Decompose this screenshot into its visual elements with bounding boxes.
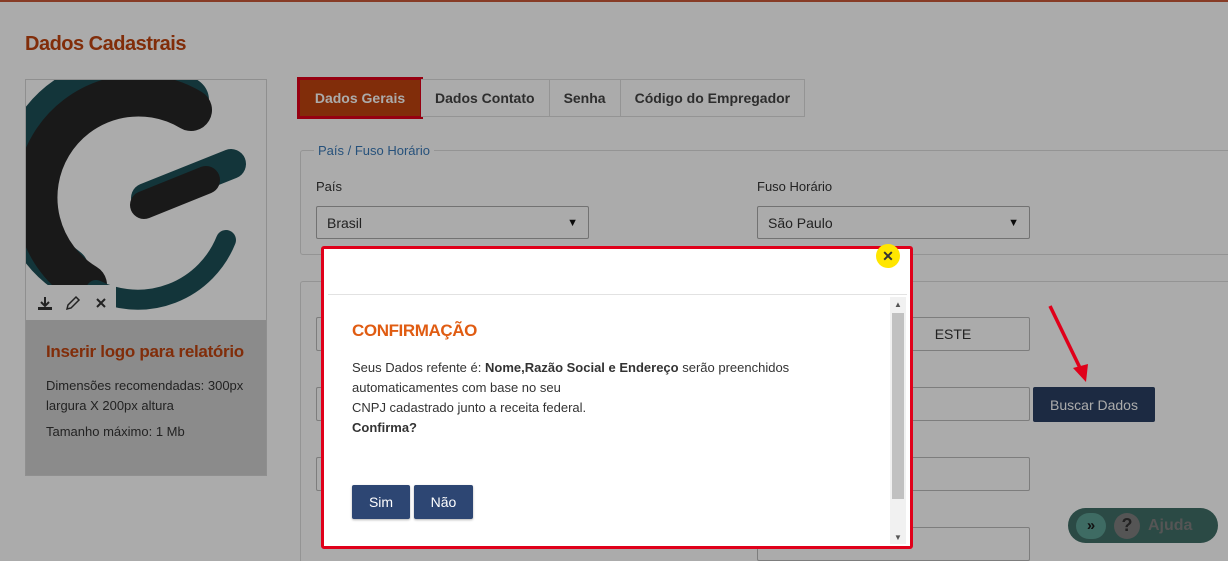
- yes-button[interactable]: Sim: [352, 485, 410, 519]
- modal-message-line3: CNPJ cadastrado junto a receita federal.: [352, 400, 587, 415]
- confirmation-modal: ✕ CONFIRMAÇÃO Seus Dados refente é: Nome…: [321, 244, 913, 549]
- modal-title: CONFIRMAÇÃO: [352, 321, 477, 340]
- modal-body: CONFIRMAÇÃO Seus Dados refente é: Nome,R…: [328, 297, 894, 544]
- scroll-thumb[interactable]: [892, 313, 904, 499]
- question-icon: ?: [1114, 512, 1140, 539]
- modal-message-suffix: serão preenchidos: [678, 360, 790, 375]
- modal-message-bold: Nome,Razão Social e Endereço: [484, 360, 679, 375]
- modal-question: Confirma?: [352, 420, 417, 435]
- annotation-arrow-icon: [1048, 305, 1088, 382]
- close-icon[interactable]: ✕: [876, 244, 900, 268]
- modal-scrollbar[interactable]: ▲ ▼: [890, 297, 906, 544]
- help-label: Ajuda: [1148, 516, 1193, 534]
- help-widget[interactable]: » ? Ajuda: [1068, 508, 1218, 543]
- modal-message: Seus Dados refente é: Nome,Razão Social …: [352, 358, 852, 438]
- no-button[interactable]: Não: [414, 485, 473, 519]
- double-chevron-icon[interactable]: »: [1076, 512, 1106, 539]
- scroll-down-icon[interactable]: ▼: [890, 530, 906, 544]
- scroll-up-icon[interactable]: ▲: [890, 297, 906, 311]
- modal-header: ✕: [328, 244, 907, 295]
- modal-message-line2: automaticamentes com base no seu: [352, 380, 561, 395]
- modal-message-prefix: Seus Dados refente é:: [352, 360, 485, 375]
